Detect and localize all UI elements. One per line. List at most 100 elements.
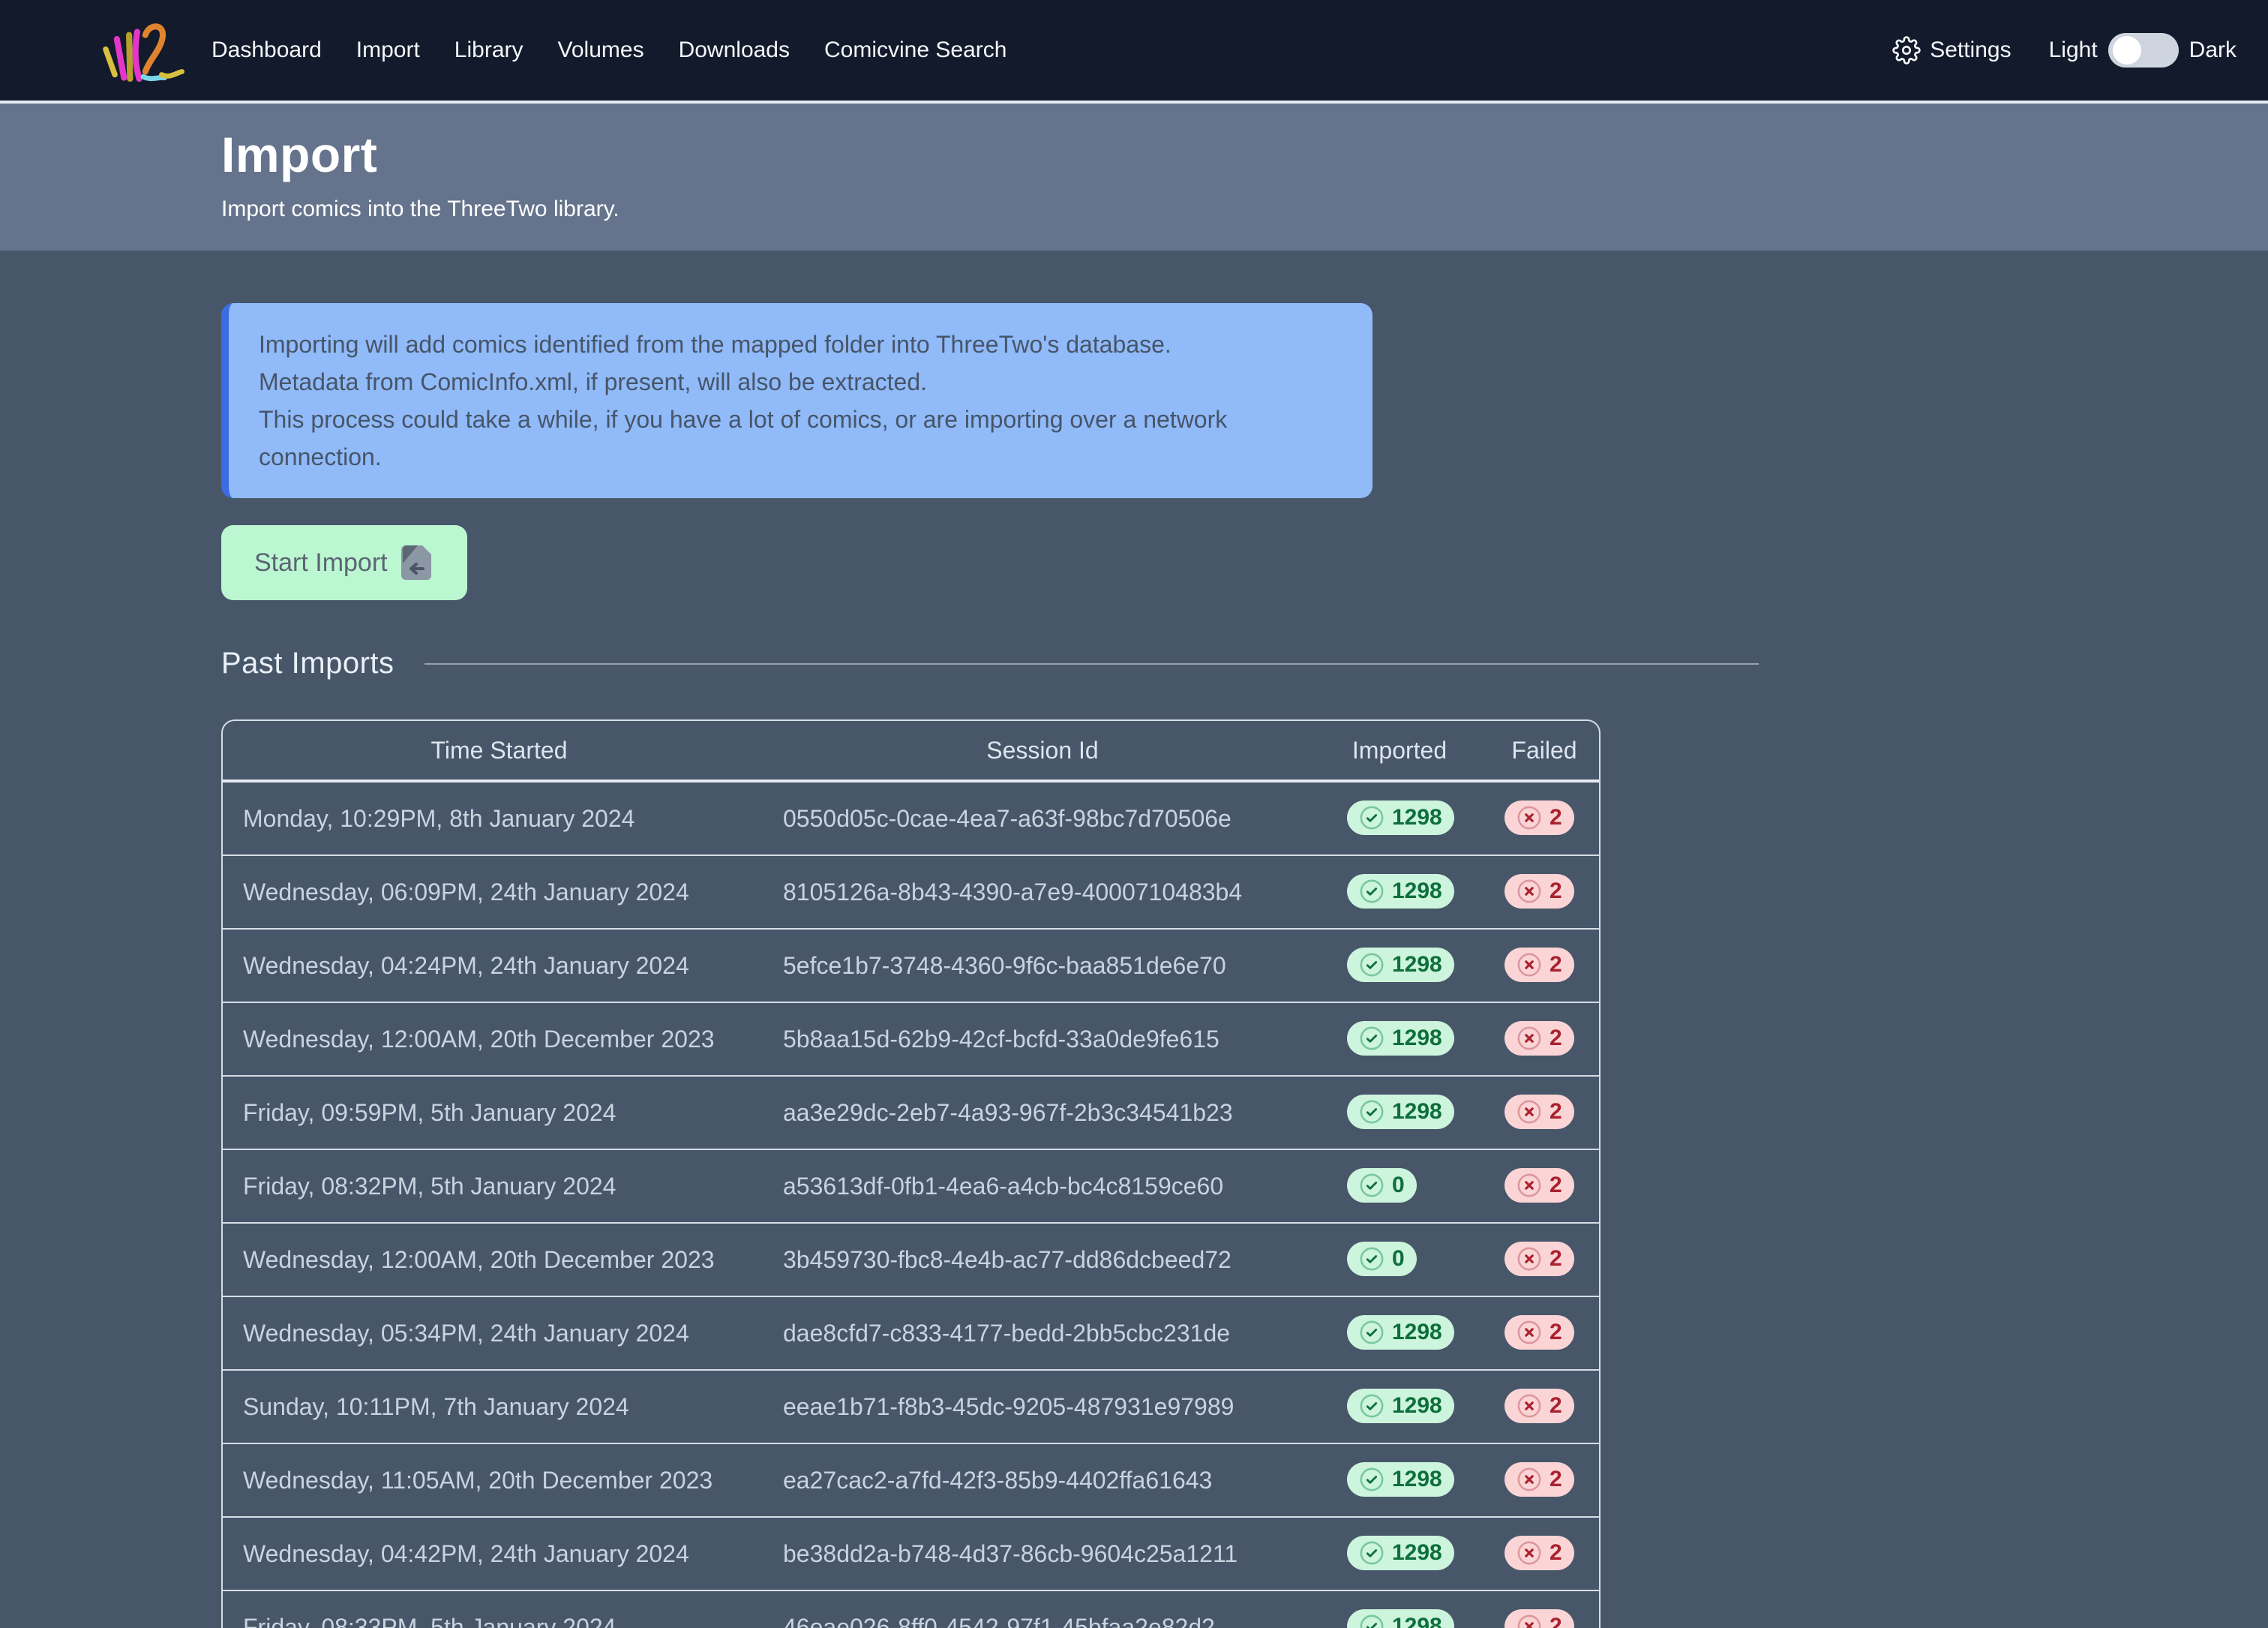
imported-count-badge: 1298 [1347, 1462, 1454, 1497]
cell-session-id: be38dd2a-b748-4d37-86cb-9604c25a1211 [776, 1516, 1310, 1590]
cell-time-started: Friday, 08:33PM, 5th January 2024 [223, 1590, 776, 1628]
cell-session-id: aa3e29dc-2eb7-4a93-967f-2b3c34541b23 [776, 1075, 1310, 1149]
imported-count-badge: 1298 [1347, 948, 1454, 982]
check-circle-icon [1359, 1026, 1384, 1051]
failed-count: 2 [1550, 1614, 1562, 1628]
col-header-session-id: Session Id [776, 721, 1310, 782]
imported-count: 1298 [1392, 805, 1442, 831]
check-circle-icon [1359, 952, 1384, 978]
cell-imported: 0 [1310, 1149, 1490, 1222]
failed-count: 2 [1550, 1320, 1562, 1345]
failed-count: 2 [1550, 1393, 1562, 1419]
table-row: Wednesday, 05:34PM, 24th January 2024dae… [223, 1296, 1599, 1369]
past-imports-heading: Past Imports [221, 647, 394, 680]
failed-count: 2 [1550, 805, 1562, 831]
cell-time-started: Wednesday, 04:24PM, 24th January 2024 [223, 928, 776, 1002]
cell-failed: 2 [1490, 1516, 1599, 1590]
cell-time-started: Wednesday, 05:34PM, 24th January 2024 [223, 1296, 776, 1369]
start-import-button[interactable]: Start Import [221, 525, 467, 600]
col-header-failed: Failed [1490, 721, 1599, 782]
theme-toggle-knob [2113, 36, 2141, 65]
cell-time-started: Wednesday, 11:05AM, 20th December 2023 [223, 1443, 776, 1516]
x-circle-icon [1516, 1099, 1542, 1125]
start-import-label: Start Import [254, 548, 388, 578]
nav-item-library[interactable]: Library [454, 38, 524, 63]
failed-count: 2 [1550, 1540, 1562, 1566]
page-header: Import Import comics into the ThreeTwo l… [0, 104, 2268, 251]
threetwo-logo-icon[interactable] [94, 13, 186, 88]
failed-count-badge: 2 [1504, 1609, 1574, 1628]
imported-count-badge: 1298 [1347, 1095, 1454, 1129]
cell-time-started: Sunday, 10:11PM, 7th January 2024 [223, 1369, 776, 1443]
nav-item-import[interactable]: Import [356, 38, 420, 63]
check-circle-icon [1359, 1173, 1384, 1198]
nav-item-volumes[interactable]: Volumes [558, 38, 644, 63]
x-circle-icon [1516, 952, 1542, 978]
failed-count-badge: 2 [1504, 874, 1574, 909]
main-content: Importing will add comics identified fro… [0, 251, 2268, 1628]
cell-session-id: 8105126a-8b43-4390-a7e9-4000710483b4 [776, 855, 1310, 928]
check-circle-icon [1359, 1540, 1384, 1566]
x-circle-icon [1516, 1026, 1542, 1051]
nav-links: Dashboard Import Library Volumes Downloads Co… [212, 38, 1006, 63]
failed-count-badge: 2 [1504, 1242, 1574, 1276]
cell-failed: 2 [1490, 1296, 1599, 1369]
failed-count: 2 [1550, 1246, 1562, 1272]
table-row: Wednesday, 04:24PM, 24th January 20245ef… [223, 928, 1599, 1002]
cell-imported: 1298 [1310, 1369, 1490, 1443]
imported-count: 1298 [1392, 1320, 1442, 1345]
table-header-row: Time Started Session Id Imported Failed [223, 721, 1599, 782]
cell-session-id: 46eae026-8ff0-4542-97f1-45bfaa2e82d2 [776, 1590, 1310, 1628]
failed-count: 2 [1550, 879, 1562, 904]
cell-imported: 1298 [1310, 855, 1490, 928]
imported-count-badge: 1298 [1347, 800, 1454, 835]
table-row: Friday, 08:33PM, 5th January 202446eae02… [223, 1590, 1599, 1628]
imported-count: 1298 [1392, 1099, 1442, 1125]
cell-failed: 2 [1490, 1590, 1599, 1628]
cell-failed: 2 [1490, 1002, 1599, 1075]
check-circle-icon [1359, 879, 1384, 904]
x-circle-icon [1516, 1540, 1542, 1566]
page-subtitle: Import comics into the ThreeTwo library. [221, 197, 2268, 222]
imported-count-badge: 1298 [1347, 874, 1454, 909]
failed-count-badge: 2 [1504, 800, 1574, 835]
cell-imported: 1298 [1310, 1590, 1490, 1628]
nav-item-downloads[interactable]: Downloads [679, 38, 790, 63]
import-info-notice: Importing will add comics identified fro… [221, 303, 1372, 498]
table-row: Friday, 08:32PM, 5th January 2024a53613d… [223, 1149, 1599, 1222]
nav-right: Settings Light Dark [1892, 33, 2236, 68]
nav-item-dashboard[interactable]: Dashboard [212, 38, 322, 63]
notice-line: Metadata from ComicInfo.xml, if present,… [259, 363, 1342, 401]
nav-item-comicvine-search[interactable]: Comicvine Search [824, 38, 1006, 63]
table-row: Monday, 10:29PM, 8th January 20240550d05… [223, 782, 1599, 855]
settings-label: Settings [1930, 38, 2011, 63]
cell-session-id: 5b8aa15d-62b9-42cf-bcfd-33a0de9fe615 [776, 1002, 1310, 1075]
imported-count-badge: 1298 [1347, 1609, 1454, 1628]
imported-count-badge: 0 [1347, 1168, 1417, 1203]
check-circle-icon [1359, 1467, 1384, 1492]
x-circle-icon [1516, 1467, 1542, 1492]
check-circle-icon [1359, 1393, 1384, 1419]
check-circle-icon [1359, 805, 1384, 831]
cell-time-started: Friday, 09:59PM, 5th January 2024 [223, 1075, 776, 1149]
table-row: Wednesday, 06:09PM, 24th January 2024810… [223, 855, 1599, 928]
cell-time-started: Wednesday, 06:09PM, 24th January 2024 [223, 855, 776, 928]
navbar: Dashboard Import Library Volumes Downloads Co… [0, 0, 2268, 104]
table-row: Sunday, 10:11PM, 7th January 2024eeae1b7… [223, 1369, 1599, 1443]
theme-toggle[interactable] [2108, 33, 2179, 68]
settings-button[interactable]: Settings [1892, 36, 2011, 65]
imported-count-badge: 1298 [1347, 1389, 1454, 1423]
failed-count-badge: 2 [1504, 1536, 1574, 1570]
cell-failed: 2 [1490, 1369, 1599, 1443]
x-circle-icon [1516, 879, 1542, 904]
failed-count-badge: 2 [1504, 1021, 1574, 1056]
check-circle-icon [1359, 1320, 1384, 1345]
failed-count: 2 [1550, 1099, 1562, 1125]
failed-count-badge: 2 [1504, 948, 1574, 982]
cell-imported: 1298 [1310, 1296, 1490, 1369]
x-circle-icon [1516, 805, 1542, 831]
check-circle-icon [1359, 1246, 1384, 1272]
notice-line: Importing will add comics identified fro… [259, 326, 1342, 363]
cell-imported: 1298 [1310, 1075, 1490, 1149]
cell-time-started: Friday, 08:32PM, 5th January 2024 [223, 1149, 776, 1222]
